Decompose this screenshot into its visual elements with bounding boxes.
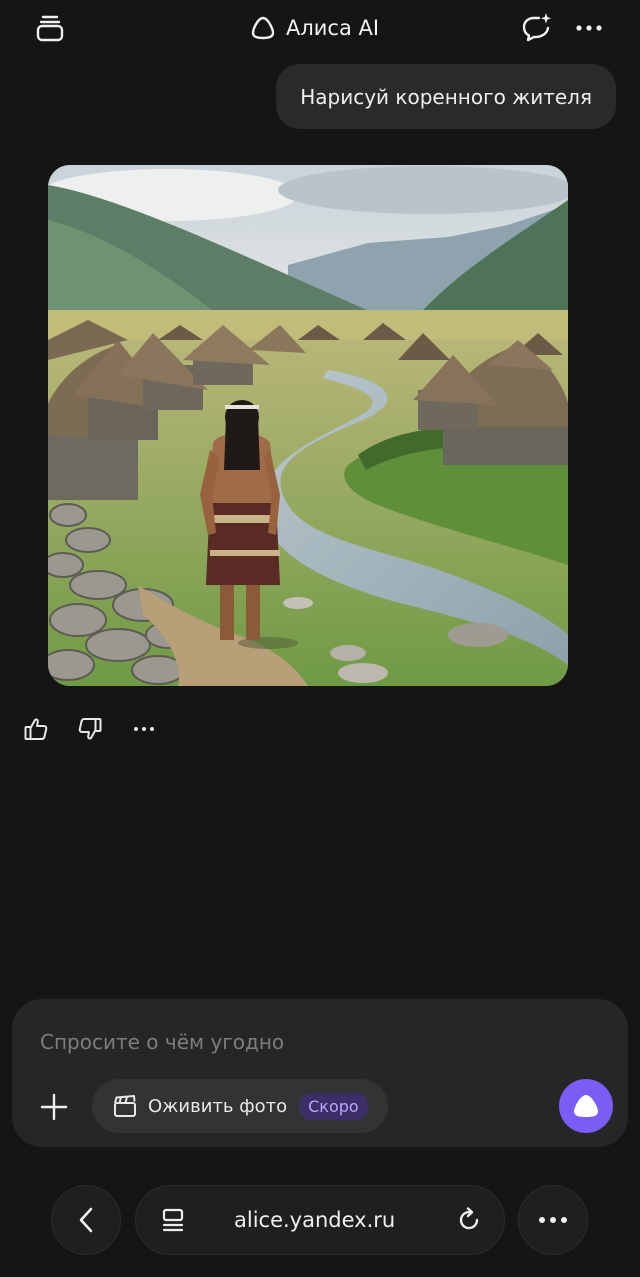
browser-menu-button[interactable] [518,1185,588,1255]
soon-badge: Скоро [299,1092,368,1120]
add-attachment-button[interactable] [32,1085,76,1129]
message-more-button[interactable] [126,712,162,746]
address-url: alice.yandex.ru [234,1208,396,1232]
browser-back-button[interactable] [51,1185,121,1255]
plus-icon [40,1093,68,1121]
more-horizontal-icon [576,25,602,31]
alice-logo-icon [251,16,275,40]
user-message-bubble: Нарисуй коренного жителя [276,64,616,129]
new-chat-button[interactable] [514,6,558,50]
animate-photo-chip[interactable]: Оживить фото Скоро [92,1079,388,1133]
more-horizontal-icon [539,1217,567,1223]
more-horizontal-icon [134,727,154,731]
address-bar[interactable]: alice.yandex.ru [135,1185,505,1255]
tabs-stack-icon [36,15,64,42]
message-input[interactable] [38,1021,542,1063]
reader-mode-icon [162,1208,184,1232]
new-chat-icon [522,13,551,42]
composer: Оживить фото Скоро [12,999,628,1147]
app-title: Алиса AI [250,10,379,46]
reload-button[interactable] [452,1203,486,1237]
header-more-button[interactable] [567,6,611,50]
clapperboard-icon [114,1095,136,1117]
generated-image[interactable] [48,165,568,686]
animate-photo-label: Оживить фото [148,1095,288,1117]
chevron-left-icon [79,1207,93,1233]
thumbs-up-icon [24,718,48,740]
thumbs-down-icon [78,718,102,740]
dislike-button[interactable] [72,712,108,746]
user-message-text: Нарисуй коренного жителя [300,84,592,109]
alice-logo-icon [574,1095,598,1117]
generated-image-illustration [48,165,568,686]
alice-voice-button[interactable] [559,1079,613,1133]
app-title-text: Алиса AI [286,16,380,40]
tabs-button[interactable] [28,6,72,50]
reload-icon [459,1207,479,1230]
reader-mode-button[interactable] [156,1203,190,1237]
like-button[interactable] [18,712,54,746]
